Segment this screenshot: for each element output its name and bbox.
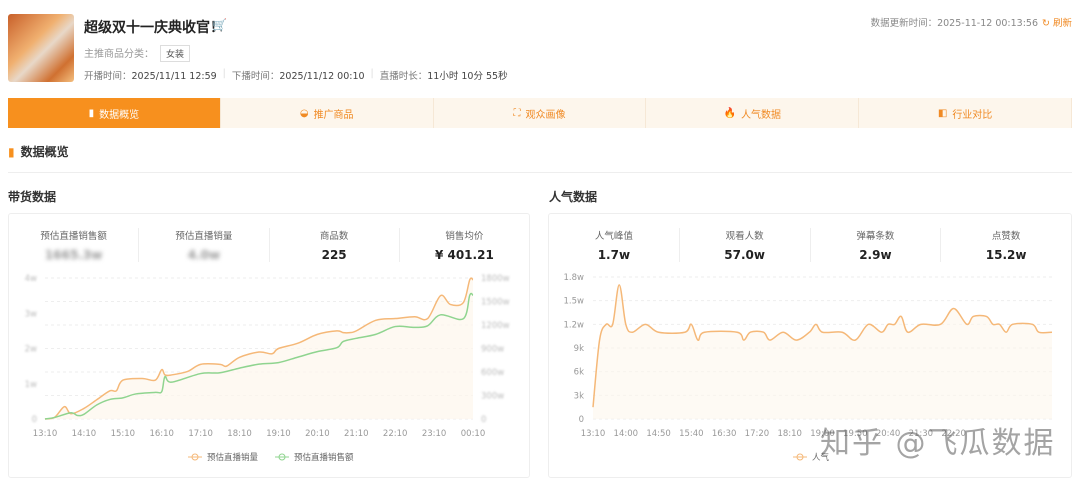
x-tick-label: 18:10 [227,429,252,439]
x-tick-label: 00:10 [461,429,486,439]
x-tick-label: 17:20 [745,429,770,439]
y-tick-right: 1800w [481,274,510,284]
x-tick-label: 22:10 [383,429,408,439]
x-tick-label: 13:10 [581,429,606,439]
x-tick-label: 21:10 [344,429,369,439]
y-tick-left: 0 [32,415,37,425]
y-tick-left: 1w [25,380,37,390]
y-tick-label: 3k [574,391,584,401]
y-tick-label: 6k [574,368,584,378]
y-tick-label: 9k [574,344,584,354]
y-tick-right: 600w [481,368,504,378]
y-tick-right: 0 [481,415,486,425]
x-tick-label: 23:10 [422,429,447,439]
area-fill [45,278,473,419]
legend-label: 预估直播销售额 [294,452,354,463]
watermark: 知乎 @飞瓜数据 [820,426,1056,461]
legend-label: 预估直播销量 [207,452,259,463]
x-tick-label: 15:40 [679,429,704,439]
x-tick-label: 14:00 [614,429,639,439]
y-tick-left: 4w [25,274,37,284]
y-tick-label: 0 [579,415,584,425]
x-tick-label: 14:50 [646,429,671,439]
x-tick-label: 14:10 [72,429,97,439]
y-tick-label: 1.2w [564,320,585,330]
x-tick-label: 16:30 [712,429,737,439]
y-tick-label: 1.8w [564,273,585,283]
x-tick-label: 13:10 [33,429,58,439]
x-tick-label: 17:10 [188,429,213,439]
x-tick-label: 20:10 [305,429,330,439]
y-tick-right: 900w [481,345,504,355]
x-tick-label: 16:10 [149,429,174,439]
y-tick-right: 300w [481,392,504,402]
x-tick-label: 18:10 [777,429,802,439]
x-tick-label: 15:10 [111,429,136,439]
y-tick-label: 1.5w [564,297,585,307]
y-tick-right: 1500w [481,298,510,308]
charts-layer: 0 300w 600w 900w 1200w 1500w 1800w 0 1w 2w 3w 4w 13:… [25,273,1053,463]
area-fill [593,284,1052,419]
y-tick-right: 1200w [481,321,510,331]
y-tick-left: 2w [25,345,37,355]
x-tick-label: 19:10 [266,429,291,439]
y-tick-left: 3w [25,309,37,319]
